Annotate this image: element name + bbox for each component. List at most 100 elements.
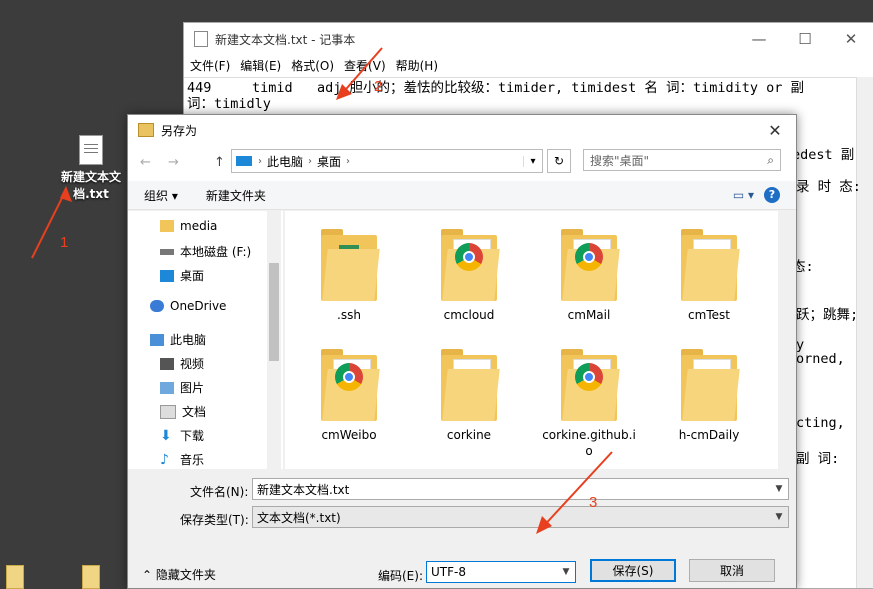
search-input[interactable]: 搜索"桌面" ⌕ [583, 149, 781, 171]
folder-item[interactable]: .ssh [299, 229, 399, 323]
text-line: 449 timid adj.胆小的；羞怯的比较级：timider, timide… [187, 80, 805, 96]
sidebar-item-this-pc[interactable]: 此电脑 [150, 331, 206, 348]
text-fragment: edest 副 [792, 147, 855, 163]
filetype-label: 保存类型(T): [180, 513, 249, 527]
menu-view[interactable]: 查看(V) [344, 57, 386, 74]
search-placeholder: 搜索"桌面" [590, 153, 650, 168]
video-icon [160, 357, 174, 370]
sidebar-item-desktop[interactable]: 桌面 [160, 267, 204, 284]
folder-item[interactable]: h-cmDaily [659, 349, 759, 443]
folder-item[interactable]: cmTest [659, 229, 759, 323]
notepad-menubar: 文件(F) 编辑(E) 格式(O) 查看(V) 帮助(H) [184, 55, 873, 75]
annotation-label-3: 3 [589, 494, 598, 511]
folder-icon [681, 229, 740, 301]
folder-item[interactable]: cmWeibo [299, 349, 399, 443]
menu-file[interactable]: 文件(F) [190, 57, 230, 74]
help-icon[interactable]: ? [764, 187, 780, 203]
menu-help[interactable]: 帮助(H) [396, 57, 438, 74]
chevron-up-icon: ⌃ [142, 568, 153, 582]
hide-folders-label: 隐藏文件夹 [155, 568, 216, 582]
refresh-button[interactable]: ↻ [547, 149, 571, 173]
chrome-icon [335, 363, 363, 391]
filetype-select[interactable]: 文本文档(*.txt) ▼ [252, 506, 789, 528]
folder-item[interactable]: corkine.github.io [539, 349, 639, 459]
desktop-file-icon[interactable]: 新建文本文档.txt [55, 135, 127, 203]
notepad-title: 新建文本文档.txt - 记事本 [215, 32, 356, 47]
folder-item[interactable]: corkine [419, 349, 519, 443]
breadcrumb-pc[interactable]: 此电脑 [267, 153, 303, 170]
sidebar-item-drive-f[interactable]: 本地磁盘 (F:) [160, 243, 251, 260]
folder-icon [138, 123, 154, 137]
drive-icon [160, 248, 174, 255]
notepad-scrollbar[interactable] [856, 77, 873, 588]
sidebar-item-music[interactable]: ♪ 音乐 [160, 451, 204, 468]
text-fragment: 副 词: [796, 451, 840, 467]
hide-folders-toggle[interactable]: ⌃ 隐藏文件夹 [142, 566, 216, 583]
cancel-button[interactable]: 取消 [689, 559, 775, 582]
file-list-scrollbar[interactable] [778, 211, 794, 469]
desktop-file-label: 新建文本文档.txt [60, 170, 121, 201]
annotation-label-1: 1 [60, 234, 69, 251]
forward-arrow-icon[interactable]: → [168, 155, 179, 170]
dialog-title: 另存为 [161, 123, 198, 138]
filetype-value: 文本文档(*.txt) [257, 510, 341, 525]
maximize-button[interactable]: ☐ [782, 30, 828, 48]
music-icon: ♪ [160, 451, 169, 468]
documents-icon [160, 404, 176, 419]
text-fragment: cting, [796, 415, 845, 431]
text-fragment: orned, [796, 351, 845, 367]
filename-input[interactable]: 新建文本文档.txt ▼ [252, 478, 789, 500]
chevron-down-icon[interactable]: ▼ [557, 567, 575, 577]
chrome-icon [575, 363, 603, 391]
sidebar-item-media[interactable]: media [160, 219, 217, 233]
navigation-scrollbar[interactable] [267, 211, 281, 469]
sidebar-item-onedrive[interactable]: OneDrive [150, 299, 226, 313]
up-arrow-icon[interactable]: ↑ [214, 155, 225, 170]
scrollbar-thumb[interactable] [269, 263, 279, 361]
encoding-value: UTF-8 [431, 565, 466, 579]
command-bar: 组织 ▾ 新建文件夹 ▭ ▾ ? [128, 181, 796, 210]
dialog-titlebar[interactable]: 另存为 ✕ [128, 115, 796, 145]
dialog-close-button[interactable]: ✕ [754, 121, 796, 140]
cloud-icon [150, 300, 164, 312]
taskbar-folder-icon[interactable] [6, 565, 24, 589]
menu-edit[interactable]: 编辑(E) [240, 57, 281, 74]
menu-format[interactable]: 格式(O) [291, 57, 334, 74]
folder-icon [160, 220, 174, 232]
view-options-icon[interactable]: ▭ ▾ [733, 188, 754, 202]
folder-icon [441, 349, 500, 421]
text-fragment: 录 时 态: [796, 179, 861, 195]
text-fragment: 跃；跳舞; [796, 307, 859, 323]
organize-button[interactable]: 组织 ▾ [144, 187, 178, 204]
navigation-pane: media 本地磁盘 (F:) 桌面 OneDrive 此电脑 视频 图片 文档… [128, 211, 283, 469]
new-folder-button[interactable]: 新建文件夹 [206, 187, 266, 204]
sidebar-item-documents[interactable]: 文档 [160, 403, 206, 420]
close-button[interactable]: ✕ [828, 30, 873, 48]
folder-icon [321, 349, 380, 421]
folder-item[interactable]: cmMail [539, 229, 639, 323]
sidebar-item-videos[interactable]: 视频 [160, 355, 204, 372]
pc-icon [150, 333, 164, 346]
folder-item[interactable]: cmcloud [419, 229, 519, 323]
sidebar-item-pictures[interactable]: 图片 [160, 379, 204, 396]
pictures-icon [160, 381, 174, 394]
minimize-button[interactable]: — [736, 30, 782, 48]
taskbar-notepad-icon[interactable] [82, 565, 100, 589]
search-icon: ⌕ [767, 152, 774, 167]
folder-icon [561, 349, 620, 421]
desktop-icon [160, 269, 174, 282]
save-button[interactable]: 保存(S) [590, 559, 676, 582]
chevron-down-icon[interactable]: ▼ [770, 484, 788, 494]
notepad-titlebar[interactable]: 新建文本文档.txt - 记事本 — ☐ ✕ [184, 23, 873, 55]
encoding-select[interactable]: UTF-8 ▼ [426, 561, 576, 583]
navigation-bar: ← → ↑ › 此电脑 › 桌面 › ▾ ↻ 搜索"桌面" ⌕ [128, 145, 796, 181]
chevron-down-icon[interactable]: ▾ [523, 155, 542, 167]
address-bar[interactable]: › 此电脑 › 桌面 › ▾ [231, 149, 543, 173]
folder-icon [681, 349, 740, 421]
chevron-down-icon[interactable]: ▼ [770, 512, 788, 522]
sidebar-item-downloads[interactable]: ⬇ 下载 [160, 427, 204, 444]
download-icon: ⬇ [160, 427, 172, 444]
breadcrumb-desktop[interactable]: 桌面 [317, 153, 341, 170]
folder-icon [561, 229, 620, 301]
back-arrow-icon[interactable]: ← [140, 155, 151, 170]
